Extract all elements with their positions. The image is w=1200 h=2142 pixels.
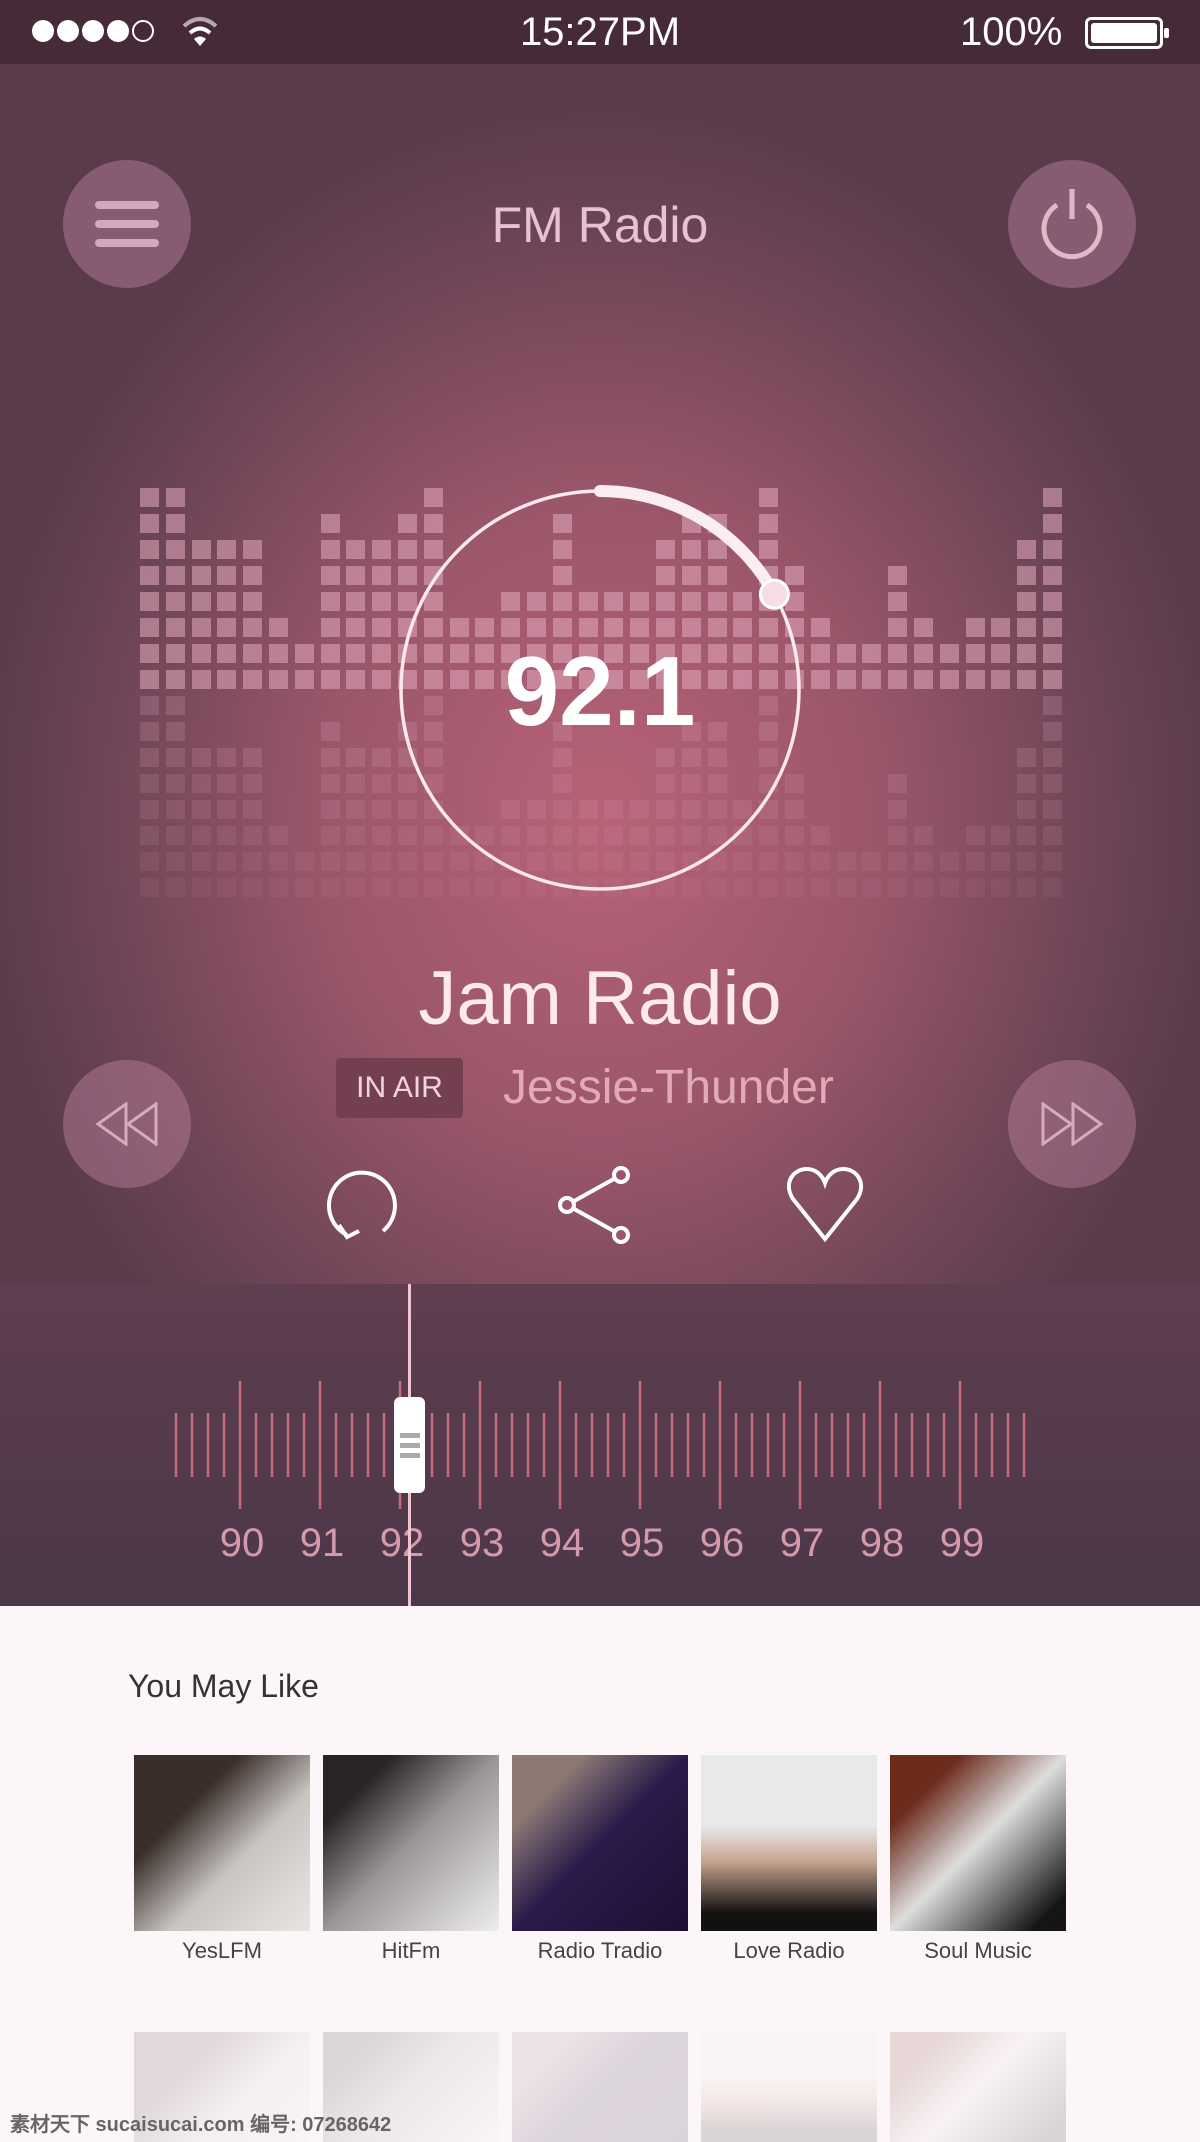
station-card-label[interactable]: YesLFM xyxy=(127,1938,317,1964)
heart-icon[interactable] xyxy=(785,1165,865,1245)
station-card-photo[interactable] xyxy=(701,1755,877,1931)
station-card-photo[interactable] xyxy=(512,1755,688,1931)
dial-progress-arc xyxy=(594,485,781,601)
tuner-label: 97 xyxy=(779,1521,825,1565)
station-name: Jam Radio xyxy=(418,956,782,1041)
power-button[interactable] xyxy=(1008,160,1136,288)
station-card-label[interactable]: Soul Music xyxy=(883,1938,1073,1964)
station-card-label[interactable]: Radio Tradio xyxy=(505,1938,695,1964)
tuner-label: 95 xyxy=(619,1521,665,1565)
watermark: 素材天下 sucaisucai.com 编号: 07268642 xyxy=(10,2114,392,2136)
rewind-button[interactable] xyxy=(63,1060,191,1188)
fast-forward-button[interactable] xyxy=(1008,1060,1136,1188)
station-card-photo[interactable] xyxy=(512,2032,688,2142)
rewind-icon xyxy=(95,1102,158,1146)
tuner-label: 96 xyxy=(699,1521,745,1565)
frequency-readout: 92.1 xyxy=(504,636,696,746)
station-card-photo[interactable] xyxy=(701,2032,877,2142)
track-name: Jessie-Thunder xyxy=(503,1061,834,1114)
fast-forward-icon xyxy=(1041,1102,1104,1146)
station-card-photo[interactable] xyxy=(890,2032,1066,2142)
power-icon xyxy=(1041,189,1103,260)
tuner-label: 94 xyxy=(539,1521,585,1565)
tuner-label: 90 xyxy=(219,1521,265,1565)
tuner-label: 91 xyxy=(299,1521,345,1565)
station-card-photo[interactable] xyxy=(134,1755,310,1931)
dial-knob[interactable] xyxy=(758,578,790,610)
repeat-icon[interactable] xyxy=(325,1165,405,1245)
tuner-handle[interactable] xyxy=(394,1397,425,1493)
tuner-label: 98 xyxy=(859,1521,905,1565)
tuner-label: 93 xyxy=(459,1521,505,1565)
share-icon[interactable] xyxy=(555,1165,635,1245)
tuner-label: 99 xyxy=(939,1521,985,1565)
station-card-photo[interactable] xyxy=(323,1755,499,1931)
battery-percent: 100% xyxy=(960,10,1063,54)
tuner-scale[interactable]: 90 91 92 93 94 95 96 97 98 99 xyxy=(0,1284,1200,1606)
status-bar: 15:27PM 100% xyxy=(0,0,1200,64)
station-card-photo[interactable] xyxy=(890,1755,1066,1931)
station-card-label[interactable]: Love Radio xyxy=(694,1938,884,1964)
tuner-label: 92 xyxy=(379,1521,425,1565)
battery-icon xyxy=(1085,17,1169,49)
station-card-label[interactable]: HitFm xyxy=(316,1938,506,1964)
section-title: You May Like xyxy=(128,1668,319,1704)
in-air-badge: IN AIR xyxy=(336,1058,463,1118)
